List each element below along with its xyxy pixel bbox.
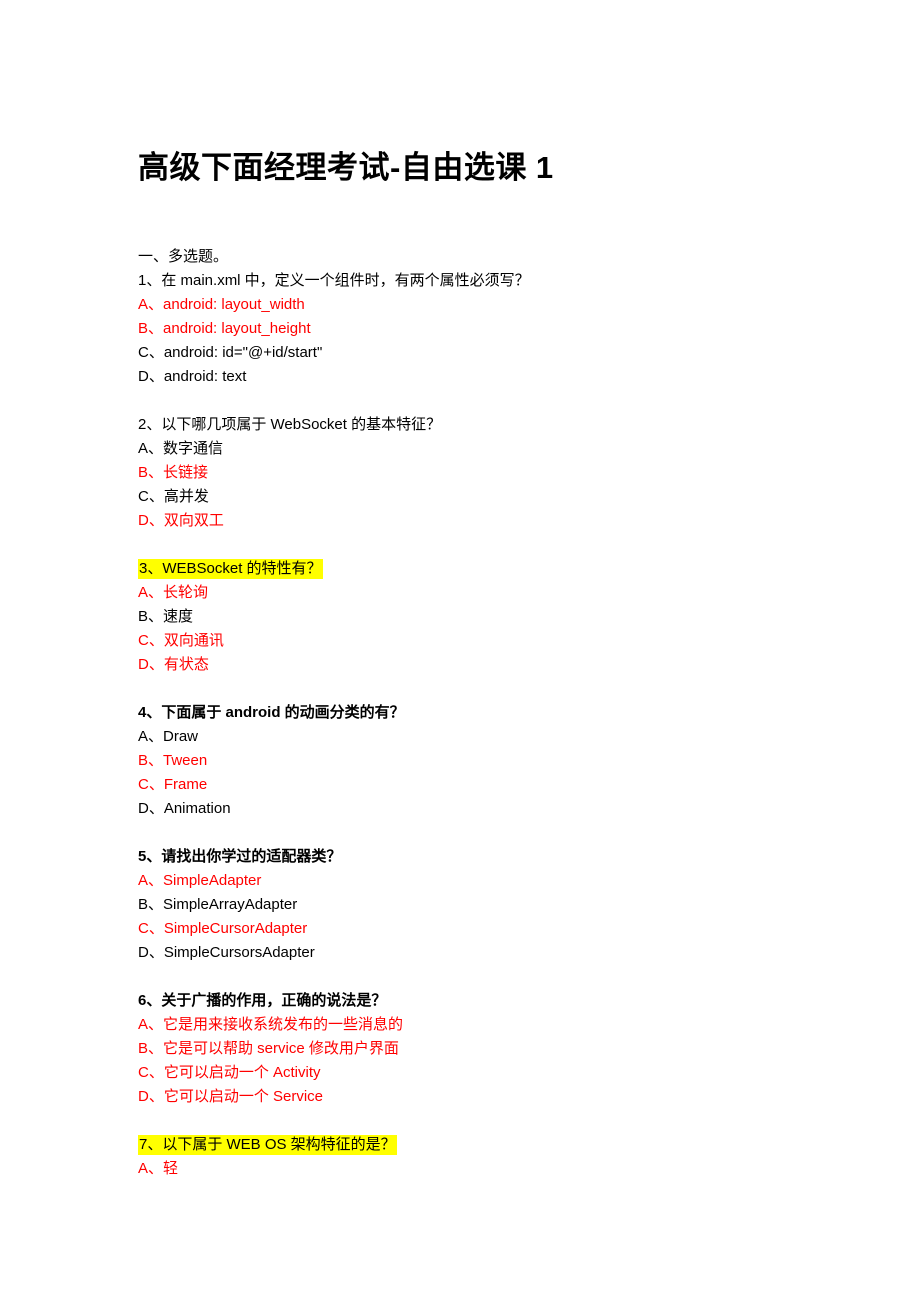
- answer-option[interactable]: C、高并发: [138, 485, 798, 509]
- answer-option-correct[interactable]: B、android: layout_height: [138, 317, 798, 341]
- question-stem: 2、以下哪几项属于 WebSocket 的基本特征？: [138, 413, 798, 437]
- question-stem-text: 7、以下属于 WEB OS 架构特征的是？: [138, 1135, 397, 1155]
- question-spacer: [138, 389, 798, 413]
- answer-option[interactable]: D、SimpleCursorsAdapter: [138, 941, 798, 965]
- question-stem-text: 6、关于广播的作用，正确的说法是？: [138, 992, 387, 1009]
- question-stem: 7、以下属于 WEB OS 架构特征的是？: [138, 1133, 798, 1157]
- question-spacer: [138, 1109, 798, 1133]
- question-stem-text: 1、在 main.xml 中，定义一个组件时，有两个属性必须写？: [138, 272, 530, 289]
- answer-option[interactable]: A、Draw: [138, 725, 798, 749]
- answer-option-correct[interactable]: A、android: layout_width: [138, 293, 798, 317]
- question-block: 4、下面属于 android 的动画分类的有？ A、Draw B、Tween C、Fr…: [138, 701, 798, 821]
- page-title: 高级下面经理考试-自由选课 1: [138, 149, 554, 185]
- answer-option-correct[interactable]: B、Tween: [138, 749, 798, 773]
- question-list: 1、在 main.xml 中，定义一个组件时，有两个属性必须写？ A、androi…: [138, 269, 798, 1181]
- answer-option[interactable]: D、android: text: [138, 365, 798, 389]
- answer-option-correct[interactable]: A、SimpleAdapter: [138, 869, 798, 893]
- question-stem: 1、在 main.xml 中，定义一个组件时，有两个属性必须写？: [138, 269, 798, 293]
- question-stem: 4、下面属于 android 的动画分类的有？: [138, 701, 798, 725]
- answer-option[interactable]: D、Animation: [138, 797, 798, 821]
- question-block: 1、在 main.xml 中，定义一个组件时，有两个属性必须写？ A、androi…: [138, 269, 798, 389]
- exam-body: 一、多选题。 1、在 main.xml 中，定义一个组件时，有两个属性必须写？ A…: [138, 245, 798, 1181]
- question-stem: 5、请找出你学过的适配器类？: [138, 845, 798, 869]
- answer-option-correct[interactable]: D、它可以启动一个 Service: [138, 1085, 798, 1109]
- question-stem-text: 3、WEBSocket 的特性有？: [138, 559, 323, 579]
- section-heading: 一、多选题。: [138, 248, 229, 265]
- question-spacer: [138, 677, 798, 701]
- answer-option-correct[interactable]: C、Frame: [138, 773, 798, 797]
- answer-option-correct[interactable]: B、它是可以帮助 service 修改用户界面: [138, 1037, 798, 1061]
- answer-option-correct[interactable]: D、双向双工: [138, 509, 798, 533]
- question-stem-text: 4、下面属于 android 的动画分类的有？: [138, 704, 405, 721]
- question-block: 3、WEBSocket 的特性有？ A、长轮询 B、速度 C、双向通讯 D、有状态: [138, 557, 798, 677]
- answer-option-correct[interactable]: A、它是用来接收系统发布的一些消息的: [138, 1013, 798, 1037]
- answer-option-correct[interactable]: C、它可以启动一个 Activity: [138, 1061, 798, 1085]
- answer-option[interactable]: B、速度: [138, 605, 798, 629]
- question-spacer: [138, 533, 798, 557]
- question-stem: 3、WEBSocket 的特性有？: [138, 557, 798, 581]
- question-stem-text: 5、请找出你学过的适配器类？: [138, 848, 342, 865]
- document-page: 高级下面经理考试-自由选课 1 一、多选题。 1、在 main.xml 中，定义…: [0, 0, 920, 1302]
- answer-option-correct[interactable]: D、有状态: [138, 653, 798, 677]
- question-block: 2、以下哪几项属于 WebSocket 的基本特征？ A、数字通信 B、长链接 C、高…: [138, 413, 798, 533]
- question-spacer: [138, 965, 798, 989]
- question-block: 6、关于广播的作用，正确的说法是？ A、它是用来接收系统发布的一些消息的 B、它是可…: [138, 989, 798, 1109]
- answer-option-correct[interactable]: A、长轮询: [138, 581, 798, 605]
- answer-option[interactable]: C、android: id="@+id/start": [138, 341, 798, 365]
- question-block: 7、以下属于 WEB OS 架构特征的是？ A、轻: [138, 1133, 798, 1181]
- answer-option[interactable]: A、数字通信: [138, 437, 798, 461]
- question-block: 5、请找出你学过的适配器类？ A、SimpleAdapter B、SimpleArr…: [138, 845, 798, 965]
- answer-option-correct[interactable]: C、SimpleCursorAdapter: [138, 917, 798, 941]
- question-stem: 6、关于广播的作用，正确的说法是？: [138, 989, 798, 1013]
- answer-option[interactable]: B、SimpleArrayAdapter: [138, 893, 798, 917]
- answer-option-correct[interactable]: B、长链接: [138, 461, 798, 485]
- question-stem-text: 2、以下哪几项属于 WebSocket 的基本特征？: [138, 416, 442, 433]
- answer-option-correct[interactable]: C、双向通讯: [138, 629, 798, 653]
- answer-option-correct[interactable]: A、轻: [138, 1157, 798, 1181]
- question-spacer: [138, 821, 798, 845]
